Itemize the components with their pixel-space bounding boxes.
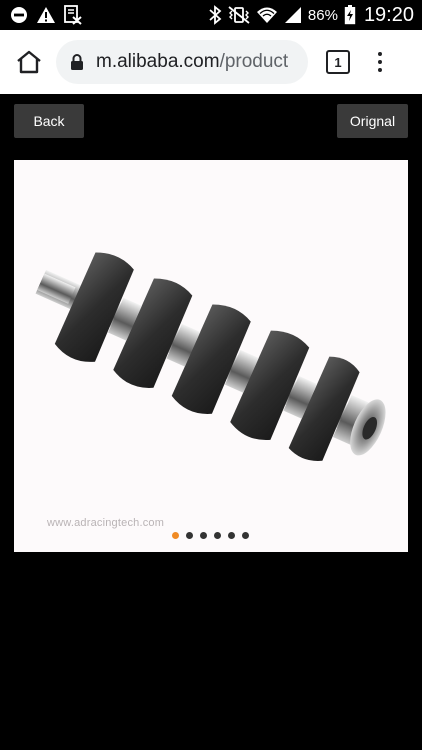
menu-dot	[378, 52, 382, 56]
do-not-disturb-icon	[11, 7, 27, 23]
signal-icon	[284, 7, 301, 23]
carousel-indicator	[172, 532, 249, 539]
url-host: m.alibaba.com	[96, 51, 220, 72]
carousel-dot[interactable]	[214, 532, 221, 539]
battery-percent: 86%	[307, 6, 338, 24]
notification-doc-icon	[64, 5, 82, 25]
status-right: 86% 19:20	[208, 4, 414, 27]
carousel-dot[interactable]	[186, 532, 193, 539]
tab-switcher-button[interactable]: 1	[326, 50, 350, 74]
battery-icon	[344, 5, 356, 25]
carousel-dot[interactable]	[228, 532, 235, 539]
vibrate-icon	[228, 6, 250, 24]
warning-icon	[37, 7, 55, 23]
original-button[interactable]: Orignal	[337, 104, 408, 138]
product-image[interactable]: www.adracingtech.com	[14, 160, 408, 552]
status-left	[10, 5, 82, 25]
home-icon	[17, 50, 41, 74]
menu-dot	[378, 68, 382, 72]
viewer-background	[0, 552, 422, 750]
clock: 19:20	[363, 3, 414, 26]
carousel-dot[interactable]	[242, 532, 249, 539]
address-bar[interactable]: m.alibaba.com/product	[56, 40, 308, 84]
browser-toolbar: m.alibaba.com/product 1	[0, 30, 422, 94]
watermark-text: www.adracingtech.com	[47, 517, 165, 529]
url-text: m.alibaba.com/product	[96, 51, 288, 73]
home-button[interactable]	[12, 45, 46, 79]
carousel-dot[interactable]	[200, 532, 207, 539]
carousel-dot[interactable]	[172, 532, 179, 539]
back-button[interactable]: Back	[14, 104, 84, 138]
wifi-icon	[256, 7, 277, 23]
more-menu-button[interactable]	[370, 47, 390, 77]
image-viewer-toolbar: Back Orignal	[0, 94, 422, 160]
menu-dot	[378, 60, 382, 64]
bluetooth-icon	[209, 5, 222, 25]
url-path: /product	[219, 51, 289, 72]
lock-icon	[71, 54, 83, 70]
status-bar: 86% 19:20	[0, 0, 422, 30]
crankshaft-illustration	[35, 252, 386, 461]
